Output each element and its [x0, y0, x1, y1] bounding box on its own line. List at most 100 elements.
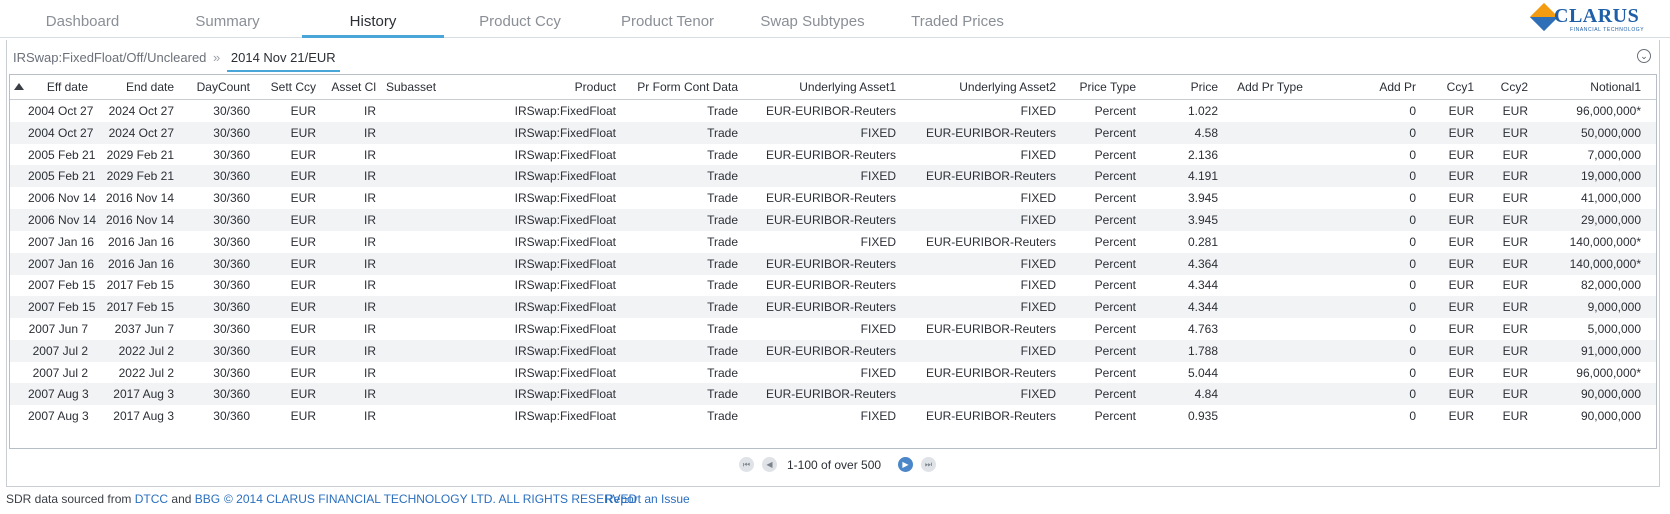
tab-product-ccy[interactable]: Product Ccy — [460, 0, 580, 38]
cell-notional1: 140,000,000* — [1569, 256, 1641, 271]
cell-asset-cl: IR — [364, 104, 376, 118]
table-row[interactable]: 2005 Feb 21 2029 Feb 21 30/360 EUR IR IRSwap:… — [10, 165, 1656, 188]
column-header-notional1[interactable]: Notional1 — [1536, 75, 1641, 100]
cell-end-date: 2037 Jun 7 — [114, 322, 174, 336]
cell-sett-ccy: EUR — [290, 343, 316, 358]
table-row[interactable]: 2004 Oct 27 2024 Oct 27 30/360 EUR IR IRSwap:… — [10, 100, 1656, 122]
column-header-asset-cl[interactable]: Asset Cl — [326, 75, 376, 100]
cell-sett-ccy: EUR — [290, 387, 316, 402]
cell-product: IRSwap:FixedFloat — [514, 213, 616, 227]
dtcc-link[interactable]: DTCC — [135, 492, 168, 506]
sort-ascending-icon[interactable] — [14, 83, 24, 90]
tab-traded-prices[interactable]: Traded Prices — [905, 0, 1010, 38]
table-row[interactable]: 2007 Aug 3 2017 Aug 3 30/360 EUR IR IRSwap:Fi… — [10, 383, 1656, 406]
cell-price: 4.763 — [1187, 322, 1218, 336]
cell-notional1: 96,000,000* — [1576, 365, 1641, 380]
logo-text: CLARUS — [1554, 5, 1640, 27]
table-row[interactable]: 2007 Aug 3 2017 Aug 3 30/360 EUR IR IRSwap:Fi… — [10, 405, 1656, 427]
cell-underlying-asset2: EUR-EURIBOR-Reuters — [925, 169, 1056, 184]
cell-add-pr-type — [1230, 405, 1310, 427]
column-header-underlying-asset1[interactable]: Underlying Asset1 — [748, 75, 896, 100]
cell-add-pr: 0 — [1409, 147, 1416, 162]
column-header-underlying-asset2[interactable]: Underlying Asset2 — [906, 75, 1056, 100]
cell-add-pr: 0 — [1409, 191, 1416, 206]
cell-sett-ccy: EUR — [290, 104, 316, 118]
cell-notional1: 90,000,000 — [1580, 409, 1641, 424]
bbg-link[interactable]: BBG — [195, 492, 220, 506]
column-header-pr-form-cont-data[interactable]: Pr Form Cont Data — [626, 75, 738, 100]
cell-end-date: 2016 Jan 16 — [107, 256, 174, 271]
cell-add-pr-type — [1230, 296, 1310, 318]
cell-daycount: 30/360 — [213, 104, 250, 118]
cell-eff-date: 2007 Jul 2 — [32, 343, 88, 358]
report-issue-link[interactable]: Report an Issue — [605, 492, 690, 506]
pager-text: 1-100 of over 500 — [787, 458, 882, 472]
table-row[interactable]: 2007 Jun 7 2037 Jun 7 30/360 EUR IR IRSwap:Fi… — [10, 318, 1656, 340]
cell-pr-form-cont-data: Trade — [707, 409, 738, 424]
cell-daycount: 30/360 — [213, 125, 250, 140]
logo-subtitle: FINANCIAL TECHNOLOGY — [1570, 27, 1645, 33]
table-row[interactable]: 2004 Oct 27 2024 Oct 27 30/360 EUR IR IRSwap:… — [10, 121, 1656, 144]
column-header-price-type[interactable]: Price Type — [1066, 75, 1136, 100]
breadcrumb-current[interactable]: 2014 Nov 21/EUR — [226, 50, 340, 72]
breadcrumb-path[interactable]: IRSwap:FixedFloat/Off/Uncleared — [13, 50, 206, 65]
column-header-ccy2[interactable]: Ccy2 — [1482, 75, 1528, 100]
cell-ccy1: EUR — [1448, 322, 1474, 336]
cell-product: IRSwap:FixedFloat — [514, 322, 616, 336]
column-header-add-pr[interactable]: Add Pr — [1320, 75, 1416, 100]
column-header-eff-date[interactable]: Eff date — [28, 75, 88, 100]
column-header-product[interactable]: Product — [480, 75, 616, 100]
column-header-sett-ccy[interactable]: Sett Ccy — [262, 75, 316, 100]
cell-product: IRSwap:FixedFloat — [514, 169, 616, 184]
cell-daycount: 30/360 — [213, 213, 250, 227]
table-row[interactable]: 2007 Jan 16 2016 Jan 16 30/360 EUR IR IRSwap:… — [10, 252, 1656, 275]
cell-price-type: Percent — [1094, 256, 1136, 271]
cell-eff-date: 2004 Oct 27 — [28, 125, 94, 140]
tab-swap-subtypes[interactable]: Swap Subtypes — [755, 0, 870, 38]
cell-underlying-asset2: FIXED — [1020, 278, 1056, 293]
cell-pr-form-cont-data: Trade — [707, 191, 738, 206]
first-page-icon[interactable]: ⏮ — [739, 457, 754, 472]
next-page-icon[interactable]: ▶ — [898, 457, 913, 472]
table-row[interactable]: 2007 Jul 2 2022 Jul 2 30/360 EUR IR IRSwap:Fi… — [10, 362, 1656, 384]
column-header-ccy1[interactable]: Ccy1 — [1424, 75, 1474, 100]
column-header-add-pr-type[interactable]: Add Pr Type — [1230, 75, 1310, 100]
cell-sett-ccy: EUR — [290, 300, 316, 315]
cell-ccy2: EUR — [1502, 343, 1528, 358]
tab-product-tenor[interactable]: Product Tenor — [610, 0, 725, 38]
cell-asset-cl: IR — [364, 322, 376, 336]
cell-end-date: 2024 Oct 27 — [108, 104, 174, 118]
cell-eff-date: 2007 Jun 7 — [28, 322, 88, 336]
cell-product: IRSwap:FixedFloat — [514, 256, 616, 271]
table-row[interactable]: 2007 Feb 15 2017 Feb 15 30/360 EUR IR IRSwap:… — [10, 296, 1656, 319]
tab-dashboard[interactable]: Dashboard — [30, 0, 135, 38]
cell-price-type: Percent — [1094, 169, 1136, 184]
tab-summary[interactable]: Summary — [170, 0, 285, 38]
table-row[interactable]: 2005 Feb 21 2029 Feb 21 30/360 EUR IR IRSwap:… — [10, 144, 1656, 166]
copyright-link[interactable]: © 2014 CLARUS FINANCIAL TECHNOLOGY LTD. … — [224, 492, 637, 506]
table-row[interactable]: 2007 Jul 2 2022 Jul 2 30/360 EUR IR IRSwap:Fi… — [10, 339, 1656, 362]
cell-daycount: 30/360 — [213, 343, 250, 358]
table-row[interactable]: 2006 Nov 14 2016 Nov 14 30/360 EUR IR IRSwap:… — [10, 209, 1656, 231]
prev-page-icon[interactable]: ◀ — [762, 457, 777, 472]
column-header-end-date[interactable]: End date — [98, 75, 174, 100]
cell-product: IRSwap:FixedFloat — [514, 278, 616, 293]
cell-notional1: 91,000,000 — [1580, 343, 1641, 358]
last-page-icon[interactable]: ⏭ — [921, 457, 936, 472]
column-header-subasset[interactable]: Subasset — [386, 75, 466, 100]
cell-underlying-asset2: EUR-EURIBOR-Reuters — [925, 365, 1056, 380]
cell-ccy2: EUR — [1502, 104, 1528, 118]
cell-add-pr: 0 — [1409, 322, 1416, 336]
cell-ccy1: EUR — [1448, 409, 1474, 424]
table-row[interactable]: 2006 Nov 14 2016 Nov 14 30/360 EUR IR IRSwap:… — [10, 187, 1656, 209]
cell-price: 4.364 — [1187, 256, 1218, 271]
cell-subasset — [386, 209, 466, 231]
cell-ccy1: EUR — [1448, 213, 1474, 227]
table-row[interactable]: 2007 Feb 15 2017 Feb 15 30/360 EUR IR IRSwap:… — [10, 274, 1656, 296]
column-header-price[interactable]: Price — [1146, 75, 1218, 100]
collapse-icon[interactable]: ⌄ — [1637, 49, 1651, 63]
tab-history[interactable]: History — [302, 0, 444, 38]
table-row[interactable]: 2007 Jan 16 2016 Jan 16 30/360 EUR IR IRSwap:… — [10, 231, 1656, 253]
column-header-daycount[interactable]: DayCount — [186, 75, 250, 100]
cell-add-pr-type — [1230, 231, 1310, 253]
